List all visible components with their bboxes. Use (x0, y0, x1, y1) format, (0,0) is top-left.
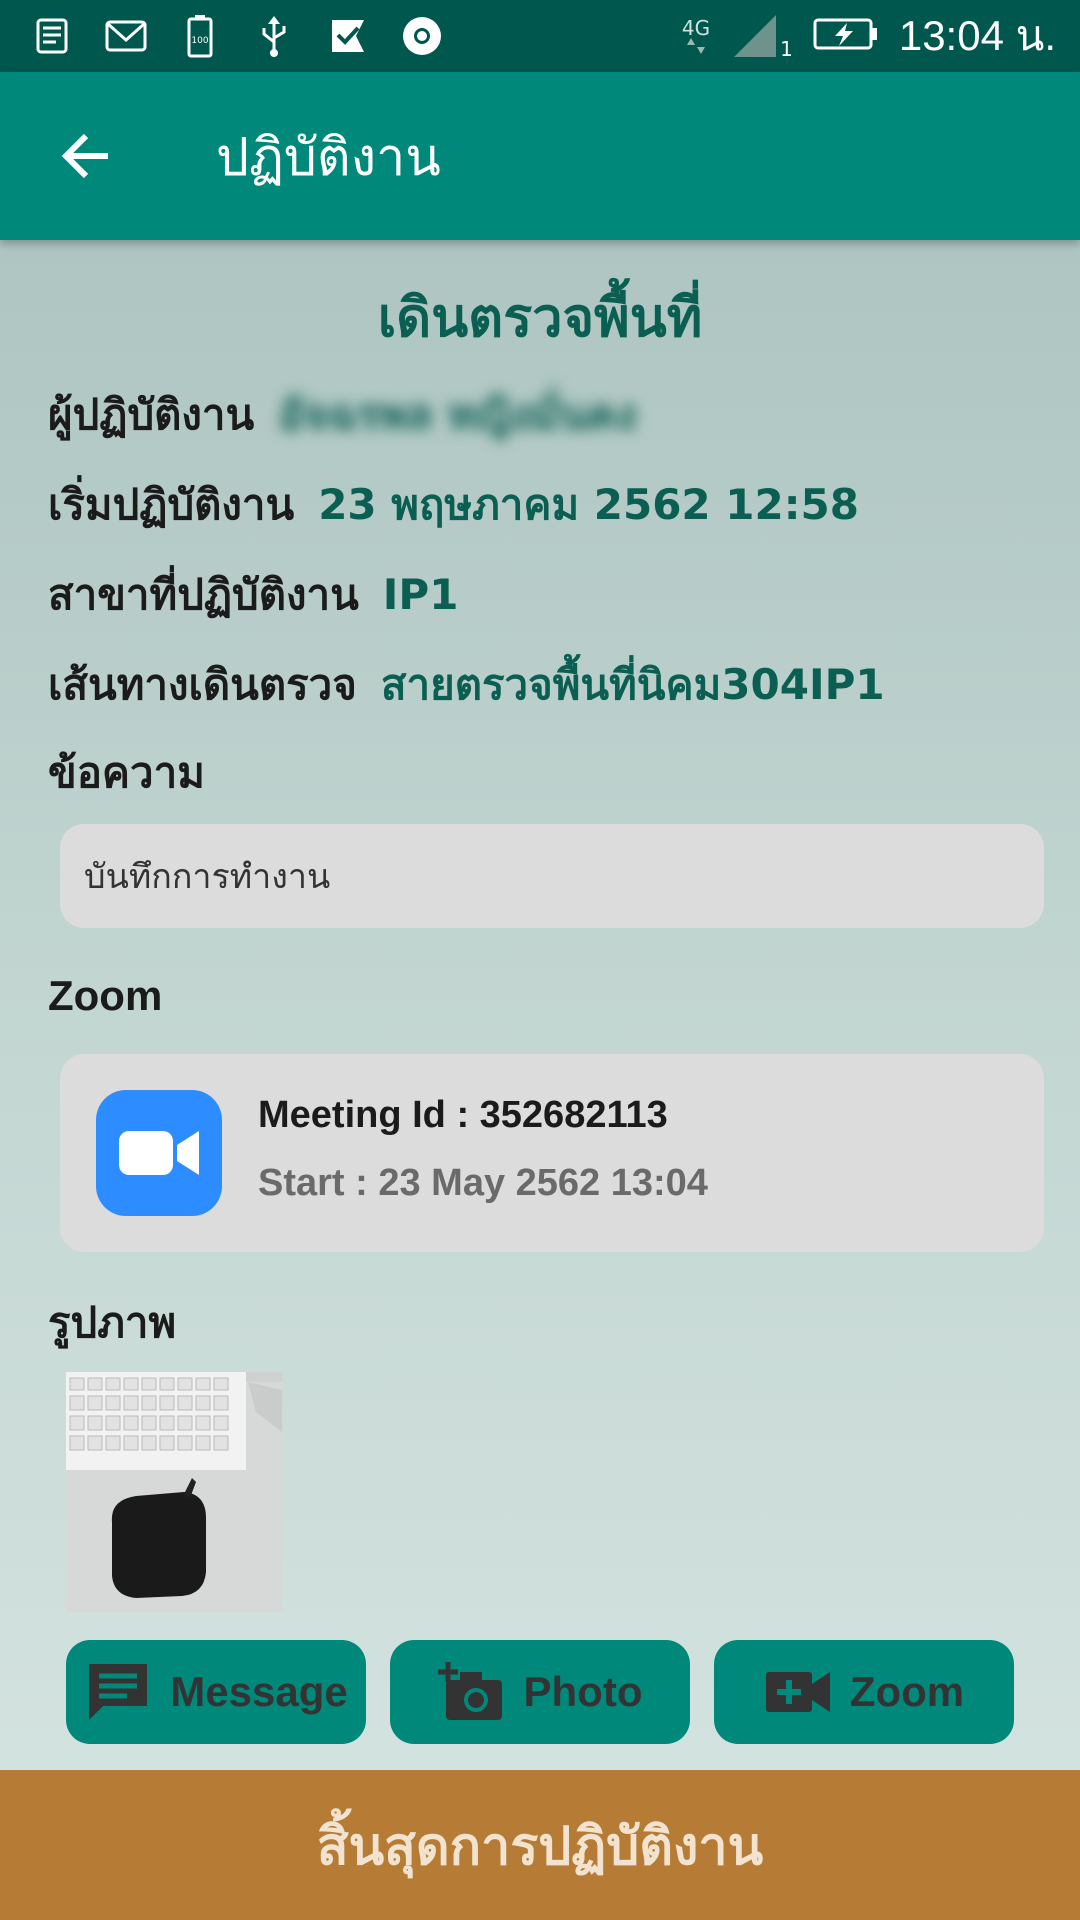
video-call-add-icon (764, 1658, 832, 1726)
battery-charging-icon (813, 17, 879, 55)
operator-row: ผู้ปฏิบัติงาน อัจฉรพล หญิงมั่นคง (48, 382, 636, 448)
data-arrows-icon (686, 38, 705, 54)
photos-label: รูปภาพ (48, 1298, 177, 1347)
message-button-label: Message (170, 1668, 348, 1715)
zoom-meeting-card[interactable]: Meeting Id : 352682113 Start : 23 May 25… (60, 1054, 1044, 1252)
add-photo-icon (437, 1658, 506, 1726)
message-label: ข้อความ (48, 748, 205, 797)
status-bar: 100 4G 1 13:04 น. (0, 0, 1080, 72)
operator-value: อัจฉรพล หญิงมั่นคง (278, 390, 637, 439)
branch-label: สาขาที่ปฏิบัติงาน (48, 570, 359, 619)
arrow-left-icon (61, 133, 108, 179)
zoom-start-time: Start : 23 May 2562 13:04 (258, 1162, 708, 1204)
route-value: สายตรวจพื้นที่นิคม304IP1 (380, 660, 885, 709)
zoom-meeting-id: Meeting Id : 352682113 (258, 1094, 668, 1136)
usb-icon (252, 14, 296, 58)
end-work-label: สิ้นสุดการปฏิบัติงาน (316, 1816, 764, 1877)
section-title: เดินตรวจพื้นที่ (377, 286, 703, 349)
keyboard-photo-image (66, 1372, 282, 1612)
message-entry[interactable]: บันทึกการทำงาน (60, 824, 1044, 928)
start-time-label: เริ่มปฏิบัติงาน (48, 480, 295, 529)
message-text: บันทึกการทำงาน (84, 857, 331, 897)
branch-row: สาขาที่ปฏิบัติงาน IP1 (48, 562, 458, 628)
photo-thumbnail[interactable] (66, 1372, 282, 1612)
add-photo-button[interactable]: Photo (390, 1640, 690, 1744)
route-row: เส้นทางเดินตรวจ สายตรวจพื้นที่นิคม304IP1 (48, 652, 885, 718)
main-content: เดินตรวจพื้นที่ ผู้ปฏิบัติงาน อัจฉรพล หญ… (0, 240, 1080, 1770)
app-bar: ปฏิบัติงาน (0, 72, 1080, 240)
document-notification-icon (30, 14, 74, 58)
status-time: 13:04 น. (898, 12, 1056, 59)
start-time-row: เริ่มปฏิบัติงาน 23 พฤษภาคม 2562 12:58 (48, 472, 859, 538)
svg-text:100: 100 (191, 36, 208, 46)
signal-icon: 1 (730, 11, 793, 61)
system-status: 4G 1 13:04 น. (682, 3, 1056, 69)
zoom-label: Zoom (48, 972, 163, 1019)
zoom-video-icon (96, 1090, 222, 1216)
network-indicator: 4G (682, 18, 710, 54)
add-zoom-button[interactable]: Zoom (714, 1640, 1014, 1744)
back-button[interactable] (36, 106, 136, 206)
chrome-icon (400, 14, 444, 58)
task-check-icon (326, 14, 370, 58)
end-work-button[interactable]: สิ้นสุดการปฏิบัติงาน (0, 1770, 1080, 1920)
battery-saver-icon: 100 (178, 14, 222, 58)
page-title: ปฏิบัติงาน (216, 127, 441, 188)
route-label: เส้นทางเดินตรวจ (48, 660, 357, 709)
zoom-button-label: Zoom (849, 1668, 965, 1715)
branch-value: IP1 (382, 570, 459, 619)
photo-button-label: Photo (523, 1668, 643, 1715)
gmail-icon (104, 14, 148, 58)
start-time-value: 23 พฤษภาคม 2562 12:58 (318, 480, 859, 529)
notification-icons: 100 (30, 14, 444, 58)
add-message-button[interactable]: Message (66, 1640, 366, 1744)
message-icon (84, 1658, 152, 1726)
operator-label: ผู้ปฏิบัติงาน (48, 390, 255, 439)
